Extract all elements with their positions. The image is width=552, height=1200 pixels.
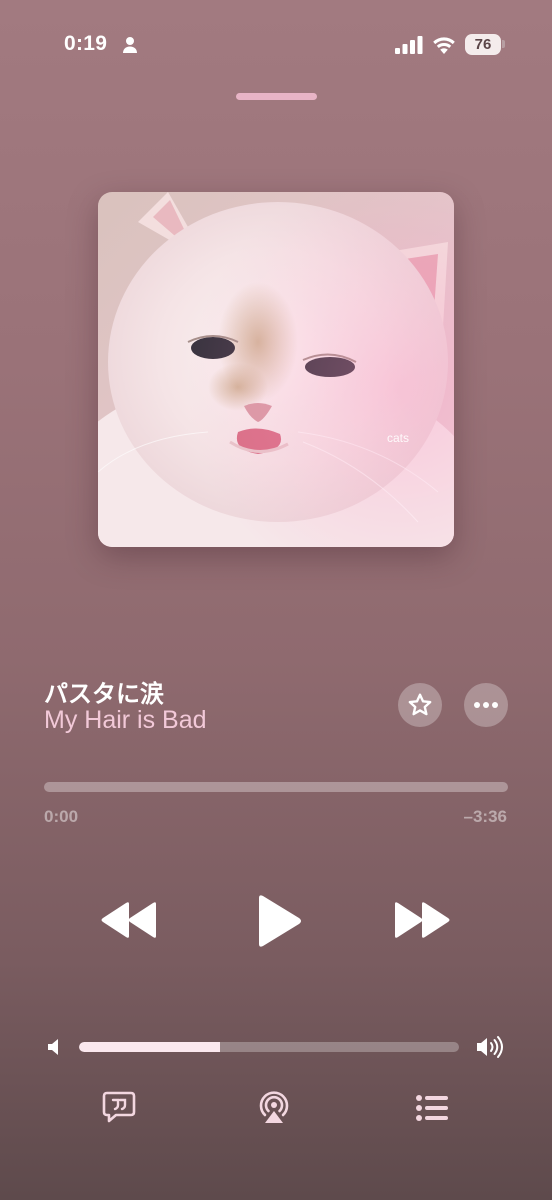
fast-forward-icon[interactable] — [393, 900, 451, 940]
cat-artwork-image — [98, 192, 454, 547]
elapsed-time: 0:00 — [44, 807, 79, 826]
volume-level-fill — [79, 1042, 220, 1052]
queue-icon[interactable] — [415, 1094, 449, 1122]
star-icon — [408, 693, 432, 716]
ellipsis-icon — [474, 702, 498, 708]
lyrics-icon[interactable] — [102, 1091, 136, 1123]
more-options-button[interactable] — [464, 683, 508, 727]
volume-slider[interactable] — [79, 1042, 459, 1052]
person-icon — [123, 37, 137, 53]
remaining-time: –3:36 — [463, 807, 507, 826]
artwork-watermark: cats — [387, 431, 410, 445]
playback-scrubber[interactable] — [44, 782, 508, 792]
album-artwork[interactable]: cats — [98, 192, 454, 547]
rewind-icon[interactable] — [100, 900, 158, 940]
airplay-icon[interactable] — [256, 1089, 292, 1125]
wifi-icon — [433, 37, 455, 54]
track-artist[interactable]: My Hair is Bad — [44, 706, 207, 735]
battery-icon: 76 — [465, 34, 501, 55]
volume-low-icon — [48, 1039, 58, 1055]
track-title[interactable]: パスタに涙 — [44, 674, 164, 709]
sheet-grabber[interactable] — [236, 93, 317, 100]
battery-cap — [502, 40, 505, 48]
volume-high-icon — [477, 1036, 503, 1058]
status-time: 0:19 — [64, 32, 108, 55]
favorite-button[interactable] — [398, 683, 442, 727]
play-icon[interactable] — [253, 894, 303, 948]
cellular-signal-icon — [395, 36, 423, 54]
